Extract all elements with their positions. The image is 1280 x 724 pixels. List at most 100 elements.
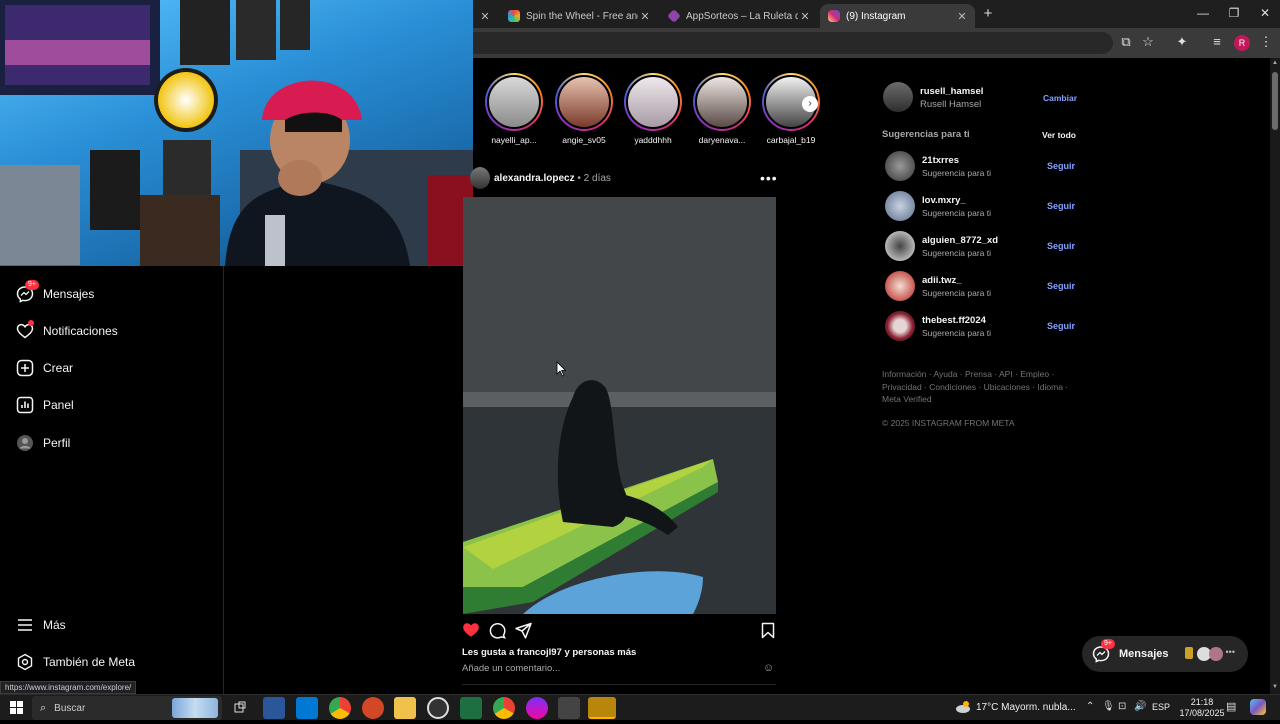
suggestion-item[interactable]: 21txrres Sugerencia para ti Seguir: [885, 150, 1075, 182]
chat-avatar: [1208, 647, 1223, 661]
profile-avatar[interactable]: R: [1234, 35, 1250, 51]
extensions-icon[interactable]: ✦: [1172, 32, 1192, 52]
comment-icon[interactable]: [489, 622, 506, 639]
language-indicator[interactable]: ESP: [1152, 702, 1170, 712]
nav-label: Notificaciones: [43, 324, 118, 338]
tab-instagram[interactable]: (9) Instagram ✕: [820, 4, 975, 28]
scroll-up-icon[interactable]: ▲: [1272, 60, 1278, 66]
task-view-icon[interactable]: [229, 697, 251, 719]
browser-toolbar: [473, 28, 1280, 58]
nav-item-panel[interactable]: Panel: [16, 393, 74, 417]
new-tab-button[interactable]: +: [980, 5, 996, 22]
windows-start-icon[interactable]: [10, 701, 23, 714]
follow-button[interactable]: Seguir: [1047, 281, 1075, 291]
see-all-link[interactable]: Ver todo: [1042, 130, 1076, 140]
menu-kebab-icon[interactable]: ⋮: [1256, 32, 1276, 52]
tab-close-partial[interactable]: ✕: [478, 4, 496, 28]
restore-icon[interactable]: ❐: [1219, 6, 1249, 20]
nav-item-tambien-de-meta[interactable]: También de Meta: [16, 650, 135, 674]
microphone-icon[interactable]: 🎙: [1102, 701, 1115, 712]
emoji-icon[interactable]: ☺: [763, 662, 774, 674]
active-window-app-icon[interactable]: [588, 697, 616, 719]
close-icon[interactable]: ✕: [798, 10, 812, 23]
suggestion-avatar[interactable]: [885, 271, 915, 301]
account-username[interactable]: rusell_hamsel: [920, 86, 983, 97]
suggestion-item[interactable]: alguien_8772_xd Sugerencia para ti Seguir: [885, 230, 1075, 262]
nav-item-mensajes[interactable]: 9+ Mensajes: [16, 280, 94, 306]
like-heart-icon[interactable]: [462, 621, 480, 639]
follow-button[interactable]: Seguir: [1047, 321, 1075, 331]
story-item[interactable]: daryenava...: [691, 73, 753, 145]
minimize-icon[interactable]: —: [1188, 6, 1218, 20]
tray-chevron-up-icon[interactable]: ⌃: [1086, 701, 1094, 712]
clock[interactable]: 21:18 17/08/2025: [1178, 697, 1226, 719]
address-bar[interactable]: [473, 32, 1113, 54]
word-app-icon[interactable]: [263, 697, 285, 719]
taskbar-search-box[interactable]: ⌕ Buscar: [32, 696, 222, 720]
follow-button[interactable]: Seguir: [1047, 201, 1075, 211]
close-icon[interactable]: ✕: [955, 10, 969, 23]
story-item[interactable]: angie_sv05: [553, 73, 615, 145]
notification-center-icon[interactable]: ▤: [1226, 700, 1236, 713]
close-icon[interactable]: ✕: [638, 10, 652, 23]
post-options-icon[interactable]: •••: [760, 170, 778, 186]
save-bookmark-icon[interactable]: [760, 622, 776, 639]
messenger-icon: 9+: [16, 280, 39, 303]
nav-item-crear[interactable]: Crear: [16, 356, 73, 380]
likes-user-link[interactable]: francojl97: [517, 647, 562, 658]
scrollbar-thumb[interactable]: [1272, 72, 1278, 130]
copilot-icon[interactable]: [1250, 699, 1266, 715]
story-item[interactable]: yadddhhh: [622, 73, 684, 145]
likes-suffix[interactable]: y personas más: [562, 647, 636, 658]
file-explorer-icon[interactable]: [394, 697, 416, 719]
tab-appsorteos[interactable]: AppSorteos – La Ruleta de la Suerte ✕: [660, 4, 818, 28]
weather-info[interactable]: 17°C Mayorm. nubla...: [976, 702, 1076, 713]
weather-cloud-icon[interactable]: [955, 700, 971, 714]
store-app-icon[interactable]: [296, 697, 318, 719]
page-scrollbar[interactable]: ▲ ▼: [1270, 58, 1280, 694]
post-author-avatar[interactable]: [470, 167, 490, 189]
messenger-app-icon[interactable]: [526, 697, 548, 719]
suggestion-avatar[interactable]: [885, 231, 915, 261]
messages-floating-button[interactable]: 9+ Mensajes •••: [1082, 636, 1248, 672]
volume-icon[interactable]: 🔊: [1134, 701, 1146, 712]
post-author-name[interactable]: alexandra.lopecz: [494, 173, 575, 184]
scroll-down-icon[interactable]: ▼: [1272, 684, 1278, 690]
switch-account-button[interactable]: Cambiar: [1043, 93, 1077, 103]
stories-next-chevron-icon[interactable]: ›: [802, 96, 818, 112]
suggestion-avatar[interactable]: [885, 151, 915, 181]
suggestion-avatar[interactable]: [885, 311, 915, 341]
follow-button[interactable]: Seguir: [1047, 161, 1075, 171]
post-image[interactable]: [463, 197, 776, 614]
install-app-icon[interactable]: ⧉: [1116, 32, 1136, 52]
share-send-icon[interactable]: [515, 622, 532, 639]
obs-app-icon[interactable]: [427, 697, 449, 719]
account-avatar[interactable]: [883, 82, 913, 112]
suggestion-item[interactable]: adii.twz_ Sugerencia para ti Seguir: [885, 270, 1075, 302]
nav-item-mas[interactable]: Más: [16, 613, 66, 637]
close-icon[interactable]: ✕: [480, 10, 490, 23]
network-icon[interactable]: ⊡: [1118, 701, 1126, 712]
tab-spin-the-wheel[interactable]: Spin the Wheel - Free and easy ✕: [500, 4, 658, 28]
chrome-active-app-icon[interactable]: [493, 697, 515, 719]
tab-search-icon[interactable]: ≡: [1207, 32, 1227, 52]
footer-line[interactable]: Información · Ayuda · Prensa · API · Emp…: [882, 368, 1082, 381]
suggestion-avatar[interactable]: [885, 191, 915, 221]
suggestion-item[interactable]: thebest.ff2024 Sugerencia para ti Seguir: [885, 310, 1075, 342]
powerpoint-app-icon[interactable]: [362, 697, 384, 719]
nav-item-notificaciones[interactable]: Notificaciones: [16, 319, 118, 343]
chrome-app-icon[interactable]: [329, 697, 351, 719]
footer-line[interactable]: Meta Verified: [882, 393, 1082, 406]
story-item[interactable]: nayelli_ap...: [483, 73, 545, 145]
comment-input[interactable]: Añade un comentario...: [462, 663, 764, 674]
footer-line[interactable]: Privacidad · Condiciones · Ubicaciones ·…: [882, 381, 1082, 394]
bookmark-star-icon[interactable]: ☆: [1138, 32, 1158, 52]
suggestion-item[interactable]: lov.mxry_ Sugerencia para ti Seguir: [885, 190, 1075, 222]
close-window-icon[interactable]: ✕: [1250, 6, 1280, 20]
follow-button[interactable]: Seguir: [1047, 241, 1075, 251]
nav-item-perfil[interactable]: Perfil: [16, 431, 70, 455]
post-likes: Les gusta a francojl97 y personas más: [462, 647, 636, 658]
nav-label: Más: [43, 618, 66, 632]
excel-app-icon[interactable]: [460, 697, 482, 719]
terminal-app-icon[interactable]: [558, 697, 580, 719]
